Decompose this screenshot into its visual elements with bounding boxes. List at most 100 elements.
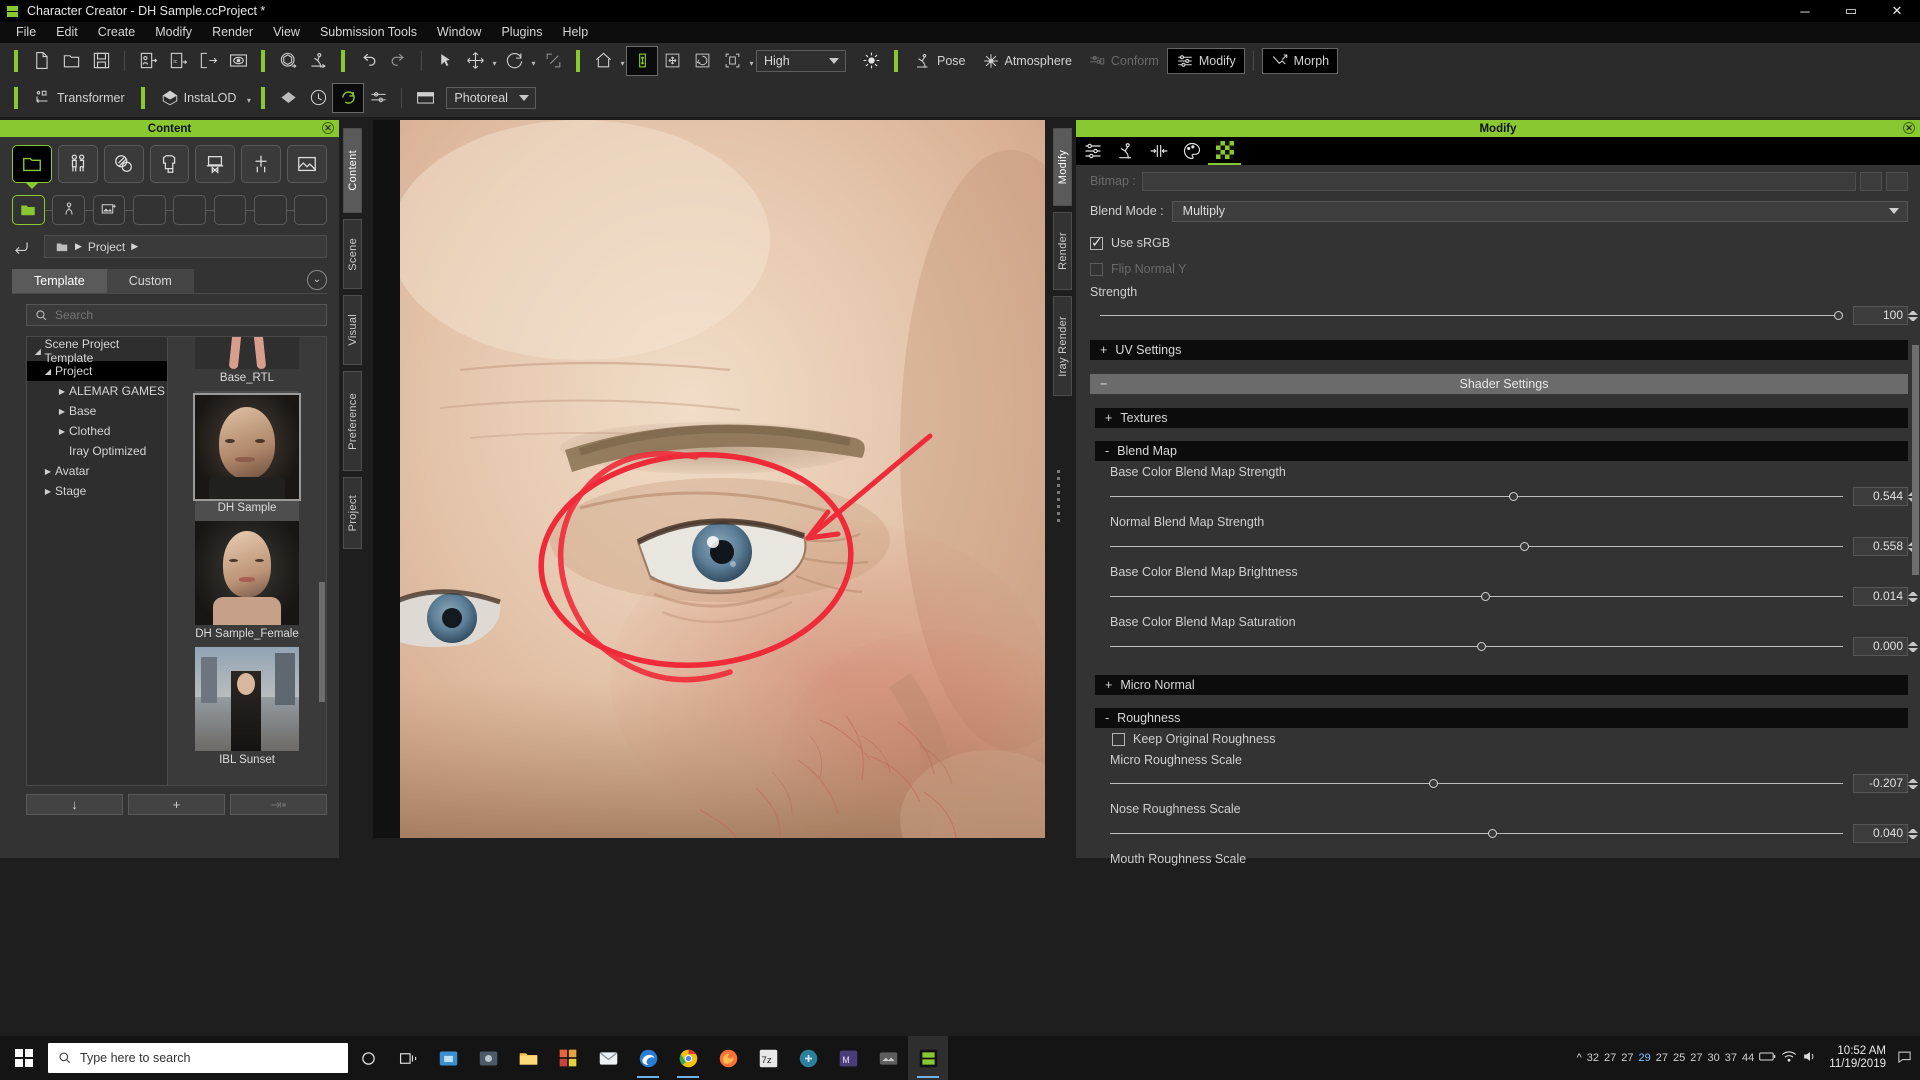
close-button[interactable]: ✕ [1874, 0, 1920, 22]
blend-mode-dropdown[interactable]: Multiply [1171, 200, 1908, 222]
app-blue-icon[interactable] [428, 1036, 468, 1080]
panel-resize-handle[interactable] [1057, 470, 1060, 526]
subcategory-empty-5[interactable] [294, 195, 328, 225]
quality-dropdown[interactable]: High [756, 49, 846, 72]
thumbnail-item[interactable]: DH Sample [193, 391, 301, 521]
collapse-arrow-icon[interactable]: ▶ [55, 407, 69, 416]
instalod-dropdown-caret[interactable]: ▾ [244, 84, 253, 112]
add-button[interactable]: + [128, 794, 225, 815]
modify-button[interactable]: Modify [1166, 47, 1245, 74]
action-center-icon[interactable] [1897, 1050, 1912, 1066]
tree-item-stage[interactable]: ▶ Stage [27, 481, 167, 501]
bitmap-field[interactable] [1141, 171, 1856, 191]
use-srgb-row[interactable]: Use sRGB [1076, 230, 1920, 256]
search-box[interactable] [26, 304, 327, 326]
expand-sign[interactable]: + [1105, 411, 1112, 425]
back-arrow-icon[interactable] [6, 236, 36, 258]
vtab-preference[interactable]: Preference [343, 371, 362, 471]
slider-knob[interactable] [1834, 310, 1843, 320]
character-creator-taskbar-icon[interactable] [908, 1036, 948, 1080]
move-dropdown-caret[interactable]: ▾ [490, 47, 499, 75]
collapse-sign[interactable]: - [1105, 711, 1109, 725]
options-icon[interactable]: ⌄ [307, 269, 327, 290]
menu-create[interactable]: Create [88, 22, 146, 43]
subcategory-scene-button[interactable] [92, 195, 126, 225]
tree-item-alemar-games[interactable]: ▶ ALEMAR GAMES [27, 381, 167, 401]
collapse-arrow-icon[interactable]: ▶ [41, 487, 55, 496]
vtab-modify[interactable]: Modify [1053, 128, 1072, 206]
base-color-blend-map-brightness-slider[interactable] [1110, 591, 1843, 601]
frame-selection-icon[interactable] [717, 47, 747, 75]
new-icon[interactable] [26, 47, 56, 75]
category-character-button[interactable] [57, 145, 98, 183]
tab-custom[interactable]: Custom [106, 269, 194, 293]
menu-file[interactable]: File [6, 22, 46, 43]
slider-knob[interactable] [1480, 591, 1490, 601]
tree-item-avatar[interactable]: ▶ Avatar [27, 461, 167, 481]
spinner-arrows[interactable] [1908, 588, 1918, 607]
tab-material-icon[interactable] [1175, 137, 1208, 165]
nose-roughness-scale-slider[interactable] [1110, 828, 1843, 838]
modify-panel-scrollbar[interactable] [1912, 345, 1919, 575]
bitmap-clear-icon[interactable] [1886, 171, 1908, 191]
smooth-icon[interactable] [273, 84, 303, 112]
menu-render[interactable]: Render [202, 22, 263, 43]
micro-roughness-scale-slider[interactable] [1110, 778, 1843, 788]
viewport-canvas[interactable] [400, 120, 1045, 838]
pose-button[interactable]: Pose [906, 48, 974, 74]
scale-icon[interactable] [538, 47, 568, 75]
category-material-button[interactable] [103, 145, 144, 183]
category-project-button[interactable] [12, 145, 52, 183]
slider-knob[interactable] [1488, 828, 1498, 838]
breadcrumb-item-project[interactable]: Project [88, 240, 125, 254]
subcategory-empty-1[interactable] [133, 195, 166, 225]
nose-roughness-scale-spinner[interactable]: 0.040 [1853, 823, 1918, 843]
expand-arrow-icon[interactable]: ◢ [31, 347, 45, 356]
7zip-icon[interactable]: 7z [748, 1036, 788, 1080]
use-srgb-checkbox[interactable] [1090, 234, 1103, 251]
category-cloth-button[interactable] [149, 145, 190, 183]
thumbnail-scrollbar[interactable] [319, 582, 325, 702]
volume-icon[interactable] [1802, 1050, 1818, 1066]
slider-knob[interactable] [1519, 541, 1529, 551]
home-dropdown-caret[interactable]: ▾ [618, 47, 627, 75]
rotate-green-icon[interactable] [332, 82, 365, 113]
orbit-view-icon[interactable] [687, 47, 717, 75]
slider-knob[interactable] [1428, 778, 1438, 788]
show-hidden-icons[interactable]: ^ [1577, 1052, 1582, 1064]
subcategory-project-button[interactable] [12, 195, 45, 225]
taskbar-clock[interactable]: 10:52 AM 11/19/2019 [1823, 1045, 1892, 1071]
slider-knob[interactable] [1476, 641, 1486, 651]
battery-icon[interactable] [1759, 1051, 1776, 1065]
camera-icon[interactable] [410, 84, 440, 112]
file-explorer-icon[interactable] [508, 1036, 548, 1080]
download-button[interactable]: ↓ [26, 794, 123, 815]
vtab-iray-render[interactable]: Iray Render [1053, 296, 1072, 396]
normal-blend-map-strength-slider[interactable] [1110, 541, 1843, 551]
spinner-arrows[interactable] [1908, 825, 1918, 844]
export-icon[interactable] [193, 47, 223, 75]
section-micro-normal[interactable]: + Micro Normal [1095, 675, 1908, 695]
rotate-icon[interactable] [499, 47, 529, 75]
vtab-content[interactable]: Content [343, 128, 362, 213]
category-image-button[interactable] [287, 145, 328, 183]
morph-button[interactable]: Morph [1261, 47, 1339, 74]
home-icon[interactable] [588, 47, 618, 75]
base-color-blend-map-brightness-spinner[interactable]: 0.014 [1853, 586, 1918, 606]
tree-item-clothed[interactable]: ▶ Clothed [27, 421, 167, 441]
app-gray-icon[interactable] [868, 1036, 908, 1080]
menu-window[interactable]: Window [427, 22, 491, 43]
close-icon[interactable]: ✕ [1903, 122, 1915, 134]
collapse-arrow-icon[interactable]: ▶ [55, 387, 69, 396]
app-dark-icon[interactable] [468, 1036, 508, 1080]
tree-item-scene-project-template[interactable]: ◢ Scene Project Template [27, 337, 167, 365]
collapse-sign[interactable]: − [1100, 377, 1107, 391]
microsoft-store-icon[interactable] [548, 1036, 588, 1080]
base-color-blend-map-saturation-slider[interactable] [1110, 641, 1843, 651]
windows-icon[interactable] [0, 1036, 48, 1080]
spinner-arrows[interactable] [1908, 307, 1918, 326]
preview-icon[interactable] [223, 47, 253, 75]
collapse-sign[interactable]: - [1105, 444, 1109, 458]
tab-pose-icon[interactable] [1109, 137, 1142, 165]
menu-submission-tools[interactable]: Submission Tools [310, 22, 427, 43]
